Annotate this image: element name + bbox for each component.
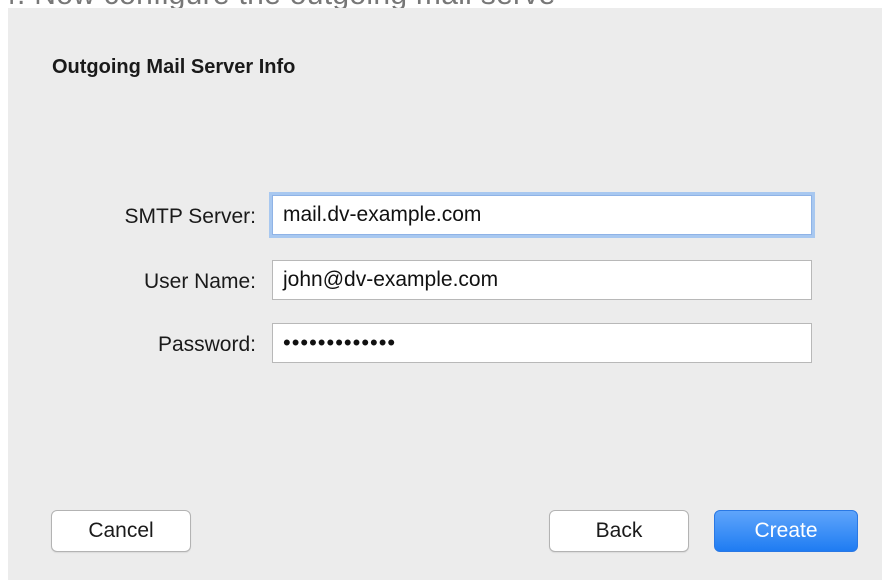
create-button[interactable]: Create [714,510,858,552]
user-name-field[interactable]: john@dv-example.com [272,260,812,300]
background-caption-text: 4. Now configure the outgoing mail serve [0,0,556,8]
user-name-value: john@dv-example.com [283,268,499,291]
cancel-button[interactable]: Cancel [51,510,191,552]
back-button[interactable]: Back [549,510,689,552]
password-label: Password: [157,333,256,356]
dialog-title: Outgoing Mail Server Info [52,56,296,78]
outgoing-mail-dialog: Outgoing Mail Server Info SMTP Server: m… [8,8,882,580]
background-caption-strip: 4. Now configure the outgoing mail serve [0,0,882,8]
user-name-label: User Name: [143,270,256,293]
smtp-server-field[interactable]: mail.dv-example.com [272,195,812,235]
smtp-server-label: SMTP Server: [124,205,256,228]
password-value: ••••••••••••• [283,330,397,355]
smtp-server-value: mail.dv-example.com [283,203,482,226]
password-field[interactable]: ••••••••••••• [272,323,812,363]
